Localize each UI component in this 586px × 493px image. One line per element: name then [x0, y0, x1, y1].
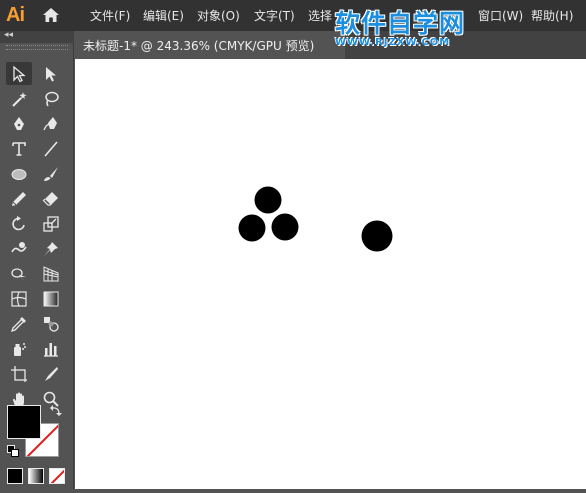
eraser-tool[interactable] — [38, 187, 64, 210]
perspective-grid-icon — [43, 265, 59, 281]
menu-type[interactable]: 文字(T) — [254, 7, 295, 24]
document-tab-bar: 未标题-1* @ 243.36% (CMYK/GPU 预览) — [75, 31, 586, 59]
eyedropper-tool[interactable] — [6, 312, 32, 335]
artwork — [238, 186, 393, 252]
direct-arrow-icon — [46, 66, 56, 81]
color-mode-button[interactable] — [7, 468, 23, 484]
line-segment-tool[interactable] — [38, 137, 64, 160]
curvature-pen-icon — [43, 116, 57, 130]
arrow-icon — [13, 65, 26, 82]
eyedropper-icon — [10, 316, 26, 332]
menu-help[interactable]: 帮助(H) — [531, 7, 573, 24]
scale-tool[interactable] — [38, 212, 64, 235]
gradient-mode-button[interactable] — [28, 468, 44, 484]
collapse-panel-button[interactable]: ◂◂ — [4, 30, 13, 40]
default-stroke-mini — [11, 449, 19, 457]
magic-wand-tool[interactable] — [6, 87, 32, 110]
tools-panel: ◂◂ — [0, 30, 74, 489]
none-icon — [50, 469, 64, 483]
menu-edit[interactable]: 编辑(E) — [143, 7, 184, 24]
circle-top[interactable] — [254, 186, 282, 214]
rotate-tool[interactable] — [6, 212, 32, 235]
panel-grip[interactable] — [6, 45, 68, 50]
blend-icon — [44, 316, 59, 332]
symbol-sprayer-icon — [14, 342, 26, 356]
knife-icon — [45, 366, 58, 381]
artboard-canvas[interactable] — [75, 59, 586, 489]
circle-single[interactable] — [361, 220, 393, 252]
none-mode-button[interactable] — [49, 468, 65, 484]
menu-file[interactable]: 文件(F) — [90, 7, 130, 24]
shape-builder-icon — [11, 267, 26, 281]
document-tab[interactable]: 未标题-1* @ 243.36% (CMYK/GPU 预览) — [75, 31, 345, 59]
symbol-sprayer-tool[interactable] — [6, 337, 32, 360]
puppet-warp-tool[interactable] — [38, 237, 64, 260]
paintbrush-icon — [44, 166, 58, 181]
selection-tool[interactable] — [6, 62, 32, 85]
direct-selection-tool[interactable] — [38, 62, 64, 85]
column-graph-tool[interactable] — [38, 337, 64, 360]
gradient-tool[interactable] — [38, 287, 64, 310]
slice-tool[interactable] — [38, 362, 64, 385]
line-icon — [44, 140, 58, 157]
tools-panel-header: ◂◂ — [0, 30, 74, 43]
paintbrush-tool[interactable] — [38, 162, 64, 185]
app-logo: Ai — [6, 4, 25, 26]
shape-builder-tool[interactable] — [6, 262, 32, 285]
circle-bottom-left[interactable] — [238, 214, 266, 242]
scale-icon — [43, 215, 59, 232]
curvature-tool[interactable] — [38, 112, 64, 135]
menu-bar: Ai 文件(F) 编辑(E) 对象(O) 文字(T) 选择 窗口(W) 帮助(H… — [0, 0, 586, 31]
eraser-icon — [42, 191, 58, 206]
magic-wand-icon — [12, 91, 27, 107]
artboard-icon — [11, 365, 27, 382]
home-icon — [43, 8, 59, 22]
circle-bottom-right[interactable] — [271, 213, 299, 241]
type-icon — [12, 141, 26, 156]
home-button[interactable] — [40, 5, 62, 25]
ellipse-icon — [11, 168, 27, 180]
blend-tool[interactable] — [38, 312, 64, 335]
column-graph-icon — [44, 342, 58, 357]
menu-select[interactable]: 选择 — [308, 7, 332, 24]
type-tool[interactable] — [6, 137, 32, 160]
menu-window[interactable]: 窗口(W) — [478, 7, 523, 24]
pencil-tool[interactable] — [6, 187, 32, 210]
mesh-tool[interactable] — [6, 287, 32, 310]
default-fill-stroke-button[interactable] — [7, 445, 19, 457]
pin-icon — [44, 241, 58, 256]
ellipse-tool[interactable] — [6, 162, 32, 185]
swap-fill-stroke-button[interactable] — [50, 403, 62, 417]
pen-tool[interactable] — [6, 112, 32, 135]
pencil-icon — [12, 191, 26, 206]
warp-icon — [11, 241, 27, 252]
fill-swatch[interactable] — [7, 405, 41, 439]
perspective-grid-tool[interactable] — [38, 262, 64, 285]
swap-arrow-icon — [50, 405, 62, 416]
menu-object[interactable]: 对象(O) — [197, 7, 240, 24]
pen-icon — [14, 116, 24, 130]
lasso-tool[interactable] — [38, 87, 64, 110]
rotate-icon — [12, 215, 25, 230]
lasso-icon — [45, 91, 59, 106]
warp-tool[interactable] — [6, 237, 32, 260]
artboard-tool[interactable] — [6, 362, 32, 385]
mesh-icon — [11, 290, 27, 307]
gradient-icon — [43, 291, 59, 306]
